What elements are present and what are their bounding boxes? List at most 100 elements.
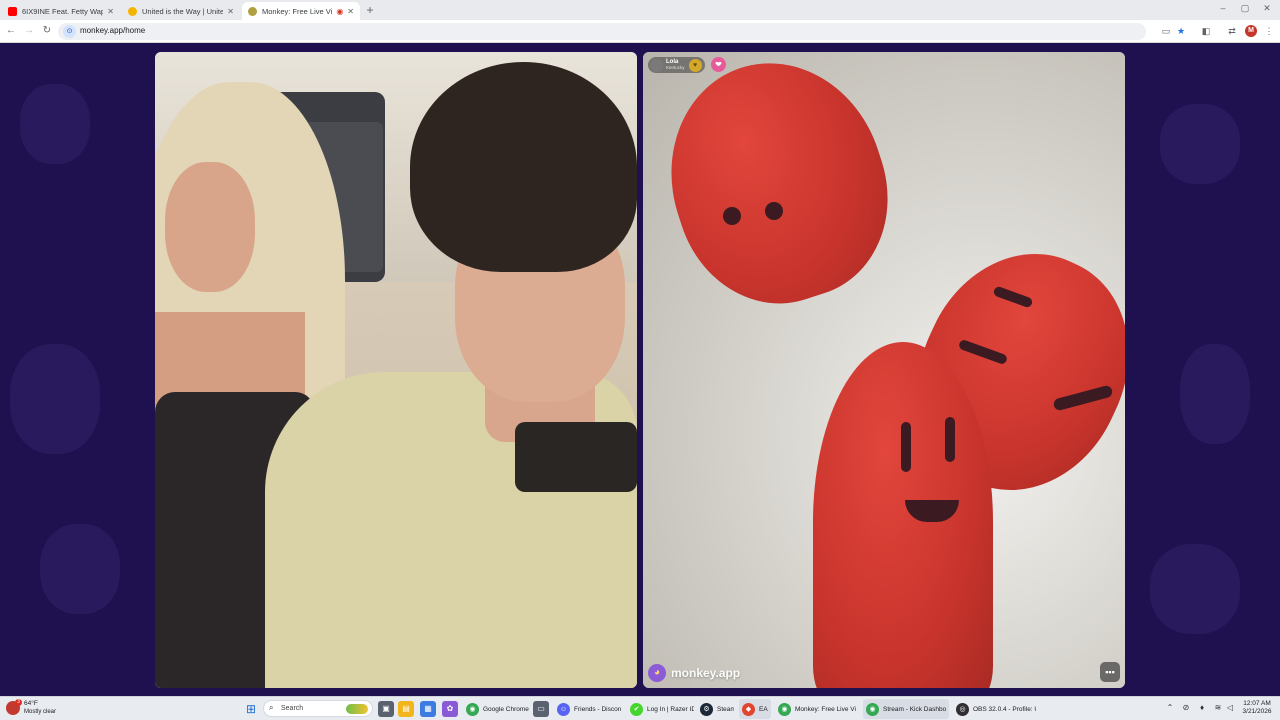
add-friend-icon[interactable]: ❤ (711, 57, 726, 72)
razer-icon: ✔ (630, 702, 643, 716)
network-icon[interactable]: ⊘ (1181, 703, 1191, 712)
tab-title: United is the Way | United Way (142, 6, 224, 16)
weather-widget[interactable]: 3 64°F Mostly clear (6, 699, 57, 716)
chrome-icon: ◉ (866, 702, 879, 716)
clock-time: 12:07 AM (1243, 700, 1271, 707)
recording-indicator-icon: ◉ (336, 6, 344, 16)
remote-user-info: Lola Kentucky (666, 59, 685, 71)
microphone-icon[interactable]: ♦ (1197, 703, 1207, 712)
taskbar-app-label: Google Chrome (483, 705, 529, 713)
minimize-icon[interactable]: – (1216, 3, 1230, 13)
youtube-favicon-icon (8, 6, 17, 16)
close-tab-icon[interactable]: ✕ (347, 7, 354, 16)
weather-icon: 3 (6, 699, 22, 715)
taskbar-app-kick[interactable]: ◉ Stream - Kick Dashboard (863, 699, 949, 719)
address-bar[interactable]: ⊙ monkey.app/home (58, 23, 1146, 40)
chrome-icon: ◉ (466, 702, 479, 716)
brand-watermark: ◕ monkey.app (648, 664, 740, 682)
url-text[interactable]: monkey.app/home (80, 26, 145, 35)
windows-start-icon[interactable]: ⊞ (243, 701, 259, 717)
steam-icon: ⚙ (700, 702, 713, 716)
taskbar-clock[interactable]: 12:07 AM 3/21/2026 (1238, 700, 1276, 716)
copilot-icon[interactable]: ✿ (442, 701, 458, 717)
close-tab-icon[interactable]: ✕ (107, 7, 114, 16)
maximize-icon[interactable]: ▢ (1238, 3, 1252, 14)
video-person-right-hair (410, 62, 637, 272)
united-way-favicon-icon (128, 6, 137, 16)
tab-monkey[interactable]: Monkey: Free Live Video Ch ◉ ✕ (242, 2, 360, 20)
brand-label: monkey.app (671, 666, 741, 680)
taskbar-app-razer[interactable]: ✔ Log In | Razer ID (627, 699, 697, 719)
background-monkey-pattern (1160, 104, 1240, 184)
task-view-icon[interactable]: ▣ (378, 701, 394, 717)
taskbar-app-label: EA (759, 705, 768, 713)
search-highlight-icon (346, 704, 368, 714)
ea-icon: ◆ (742, 702, 755, 716)
site-info-icon[interactable]: ⊙ (63, 25, 76, 38)
taskbar-app-steam[interactable]: ⚙ Steam (697, 699, 737, 719)
side-panel-icon[interactable]: ◧ (1200, 25, 1212, 37)
remote-user-chip[interactable]: Lola Kentucky ♥ (648, 57, 705, 73)
back-icon[interactable]: ← (5, 25, 17, 37)
file-explorer-icon[interactable]: ▤ (398, 701, 414, 717)
windows-taskbar: 3 64°F Mostly clear ⊞ ⌕ Search ▣ ▤ ▦ ✿ ◉… (0, 696, 1280, 720)
finger-eye (945, 417, 955, 462)
terminal-icon[interactable]: ▭ (533, 701, 549, 717)
clock-date: 3/21/2026 (1242, 708, 1272, 715)
taskbar-app-label: OBS 32.0.4 - Profile: Unt (973, 705, 1036, 713)
obs-icon: ◎ (956, 702, 969, 716)
monkey-app-page: Lola Kentucky ♥ ❤ ◕ monkey.app ▪▪▪ (0, 44, 1280, 696)
chat-icon[interactable]: ▪▪▪ (1100, 662, 1120, 682)
notification-badge: 3 (15, 699, 22, 706)
taskbar-app-chrome[interactable]: ◉ Google Chrome (463, 699, 533, 719)
taskbar-app-discord[interactable]: ☺ Friends - Discord (554, 699, 624, 719)
taskbar-app-monkey[interactable]: ◉ Monkey: Free Live Video (775, 699, 859, 719)
taskbar-app-label: Stream - Kick Dashboard (883, 705, 946, 713)
avatar (650, 58, 663, 72)
finger-eye (765, 202, 783, 220)
heart-badge-icon: ♥ (688, 58, 702, 72)
cast-icon[interactable]: ▭ (1160, 25, 1172, 37)
finger-eye (723, 207, 741, 225)
bookmark-star-icon[interactable]: ★ (1175, 25, 1187, 37)
video-person-right-collar (515, 422, 637, 492)
menu-kebab-icon[interactable]: ⋮ (1263, 25, 1275, 37)
tray-overflow-icon[interactable]: ⌃ (1165, 703, 1175, 712)
extensions-icon[interactable]: ⇄ (1226, 25, 1238, 37)
background-monkey-pattern (20, 84, 90, 164)
new-tab-button[interactable]: + (364, 3, 376, 17)
taskbar-app-label: Steam (717, 705, 734, 713)
finger-eye (901, 422, 911, 472)
remote-user-location: Kentucky (666, 65, 685, 70)
profile-avatar[interactable]: M (1245, 25, 1257, 37)
tab-united-way[interactable]: United is the Way | United Way ✕ (122, 2, 240, 20)
close-tab-icon[interactable]: ✕ (227, 7, 234, 16)
weather-temp: 64°F (24, 700, 38, 707)
video-person-left-face (165, 162, 255, 292)
volume-icon[interactable]: ◁ (1225, 703, 1235, 712)
reload-icon[interactable]: ↻ (41, 25, 53, 37)
background-monkey-pattern (40, 524, 120, 614)
store-icon[interactable]: ▦ (420, 701, 436, 717)
tab-title: Monkey: Free Live Video Ch (262, 6, 333, 16)
discord-icon: ☺ (557, 702, 570, 716)
chrome-icon: ◉ (778, 702, 791, 716)
browser-toolbar: ← → ↻ ⊙ monkey.app/home ▭ ★ ◧ ⇄ M ⋮ (0, 20, 1280, 43)
taskbar-app-obs[interactable]: ◎ OBS 32.0.4 - Profile: Unt (953, 699, 1039, 719)
tab-youtube[interactable]: 6IX9INE Feat. Fetty Wap & A Bo ✕ (2, 2, 120, 20)
remote-video-feed: Lola Kentucky ♥ ❤ ◕ monkey.app ▪▪▪ (643, 52, 1125, 688)
taskbar-app-ea[interactable]: ◆ EA (739, 699, 771, 719)
browser-tab-strip: 6IX9INE Feat. Fetty Wap & A Bo ✕ United … (0, 0, 1280, 20)
close-window-icon[interactable]: ✕ (1260, 3, 1274, 14)
search-placeholder: Search (281, 705, 304, 712)
finger-puppet-bottom (813, 342, 993, 688)
wifi-icon[interactable]: ≋ (1213, 703, 1223, 712)
tab-title: 6IX9INE Feat. Fetty Wap & A Bo (22, 6, 104, 16)
background-monkey-pattern (1150, 544, 1240, 634)
monkey-logo-icon: ◕ (648, 664, 666, 682)
monkey-favicon-icon (248, 6, 257, 16)
forward-icon[interactable]: → (23, 25, 35, 37)
taskbar-search-box[interactable]: ⌕ Search (263, 700, 373, 717)
weather-condition: Mostly clear (24, 709, 57, 715)
background-monkey-pattern (1180, 344, 1250, 444)
